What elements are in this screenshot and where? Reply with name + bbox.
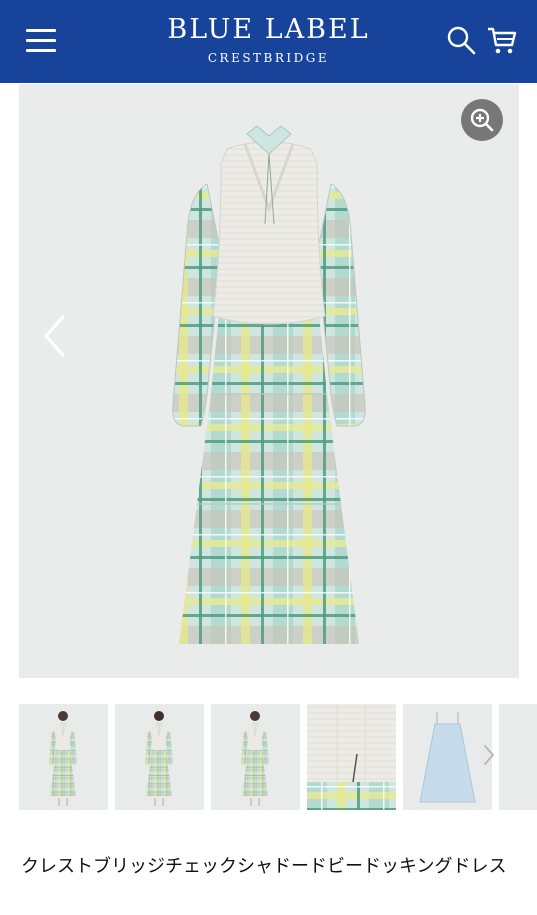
main-product-image[interactable] [19,84,519,678]
thumbnail-model-front[interactable] [19,704,108,810]
thumbnail-partial[interactable] [499,704,537,810]
site-header: BLUE LABEL CRESTBRIDGE [0,0,537,83]
product-title: クレストブリッジチェックシャドードビードッキングドレス [21,856,507,877]
chevron-left-icon[interactable] [39,314,69,358]
thumbnail-strip [19,704,537,812]
search-icon[interactable] [446,25,476,55]
thumbnail-model-back[interactable] [115,704,204,810]
chevron-right-icon[interactable] [479,740,499,770]
dress-illustration [171,124,367,646]
thumbnail-knit-vest-detail[interactable] [307,704,396,810]
shopping-cart-icon[interactable] [486,24,518,56]
zoom-in-icon[interactable] [461,99,503,141]
thumbnail-model-front-2[interactable] [211,704,300,810]
